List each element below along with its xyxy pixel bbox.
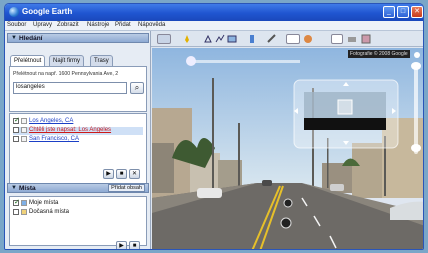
attribution: Fotografie © 2008 Google <box>348 50 410 58</box>
google-earth-icon <box>9 7 19 17</box>
overlay-icon[interactable] <box>227 34 237 44</box>
tilt-handle[interactable] <box>186 56 196 66</box>
maximize-button[interactable]: □ <box>397 6 409 18</box>
play-button[interactable]: ▶ <box>116 241 127 249</box>
checkbox[interactable] <box>13 127 19 133</box>
app-window: Google Earth _ □ ✕ Soubor Úpravy Zobrazi… <box>4 3 424 250</box>
checkbox[interactable] <box>13 198 20 206</box>
email-icon[interactable] <box>331 34 343 44</box>
path-icon[interactable] <box>215 34 225 44</box>
placemark-icon[interactable] <box>181 34 193 44</box>
street-view[interactable]: Fotografie © 2008 Google <box>152 48 423 249</box>
sky-icon[interactable] <box>286 34 300 44</box>
result-link[interactable]: San Francisco, CA <box>29 136 79 142</box>
play-button[interactable]: ▶ <box>103 169 114 179</box>
menu-tools[interactable]: Nástroje <box>87 22 109 28</box>
menu-file[interactable]: Soubor <box>7 22 26 28</box>
places-list: Moje místa Dočasná místa <box>9 196 147 246</box>
title-bar: Google Earth _ □ ✕ <box>5 4 423 21</box>
tilt-slider[interactable] <box>192 60 300 63</box>
planet-icon[interactable] <box>302 34 314 44</box>
list-item[interactable]: Moje místa <box>13 198 143 208</box>
zoom-out-icon[interactable] <box>411 144 421 152</box>
search-panel-header[interactable]: ▼ Hledání <box>7 33 149 43</box>
search-prompt: Přelétnout na např. 1600 Pennsylvania Av… <box>13 71 119 77</box>
stop-button[interactable]: ■ <box>129 241 140 249</box>
clear-button[interactable]: ✕ <box>129 169 140 179</box>
stop-button[interactable]: ■ <box>116 169 127 179</box>
folder-icon <box>21 200 27 206</box>
search-input[interactable]: losangeles <box>13 82 127 94</box>
add-content-button[interactable]: Přidat obsah <box>108 184 145 192</box>
suggestion-link[interactable]: Chtěli jste napsat: Los Angeles <box>29 127 111 133</box>
list-item[interactable]: San Francisco, CA <box>13 136 143 144</box>
sidebar: ▼ Hledání Přelétnout Najít firmy Trasy P… <box>5 31 151 249</box>
result-icon <box>21 127 27 133</box>
menu-edit[interactable]: Úpravy <box>33 22 52 28</box>
menu-help[interactable]: Nápověda <box>138 22 165 28</box>
checkbox[interactable] <box>13 136 19 142</box>
toolbar <box>151 31 423 47</box>
close-pano-button[interactable] <box>414 52 420 58</box>
zoom-in-icon[interactable] <box>411 62 421 70</box>
menu-bar: Soubor Úpravy Zobrazit Nástroje Přidat N… <box>5 21 423 31</box>
sidebar-toggle-icon[interactable] <box>157 34 171 44</box>
search-panel-title: Hledání <box>19 35 43 42</box>
result-link[interactable]: Los Angeles, CA <box>29 118 73 124</box>
search-button[interactable]: ⌕ <box>130 82 144 94</box>
list-item[interactable]: Los Angeles, CA <box>13 116 143 126</box>
result-icon <box>21 118 27 124</box>
maps-icon[interactable] <box>361 34 371 44</box>
search-results: Los Angeles, CA Chtěli jste napsat: Los … <box>9 113 147 193</box>
minimize-button[interactable]: _ <box>383 6 395 18</box>
tour-icon[interactable] <box>247 34 257 44</box>
checkbox[interactable] <box>13 209 19 215</box>
collapse-arrow-icon: ▼ <box>11 185 17 191</box>
list-item[interactable]: Dočasná místa <box>13 209 143 217</box>
print-icon[interactable] <box>347 34 357 44</box>
collapse-arrow-icon: ▼ <box>11 35 17 41</box>
ruler-icon[interactable] <box>267 34 277 44</box>
search-box: Přelétnout na např. 1600 Pennsylvania Av… <box>9 66 147 112</box>
menu-add[interactable]: Přidat <box>115 22 131 28</box>
places-panel-title: Místa <box>19 185 36 192</box>
place-label: Moje místa <box>29 200 59 206</box>
pano-nav <box>293 79 399 149</box>
menu-view[interactable]: Zobrazit <box>57 22 79 28</box>
zoom-slider[interactable] <box>414 66 418 154</box>
result-icon <box>21 136 27 142</box>
folder-icon <box>21 209 27 215</box>
navigation-control[interactable] <box>288 78 408 150</box>
close-button[interactable]: ✕ <box>411 6 423 18</box>
place-label: Dočasná místa <box>29 209 70 215</box>
window-title: Google Earth <box>22 7 73 16</box>
polygon-icon[interactable] <box>203 34 213 44</box>
list-item[interactable]: Chtěli jste napsat: Los Angeles <box>13 127 143 135</box>
checkbox[interactable] <box>13 116 20 124</box>
places-panel-header[interactable]: ▼ Místa Přidat obsah <box>7 183 149 193</box>
